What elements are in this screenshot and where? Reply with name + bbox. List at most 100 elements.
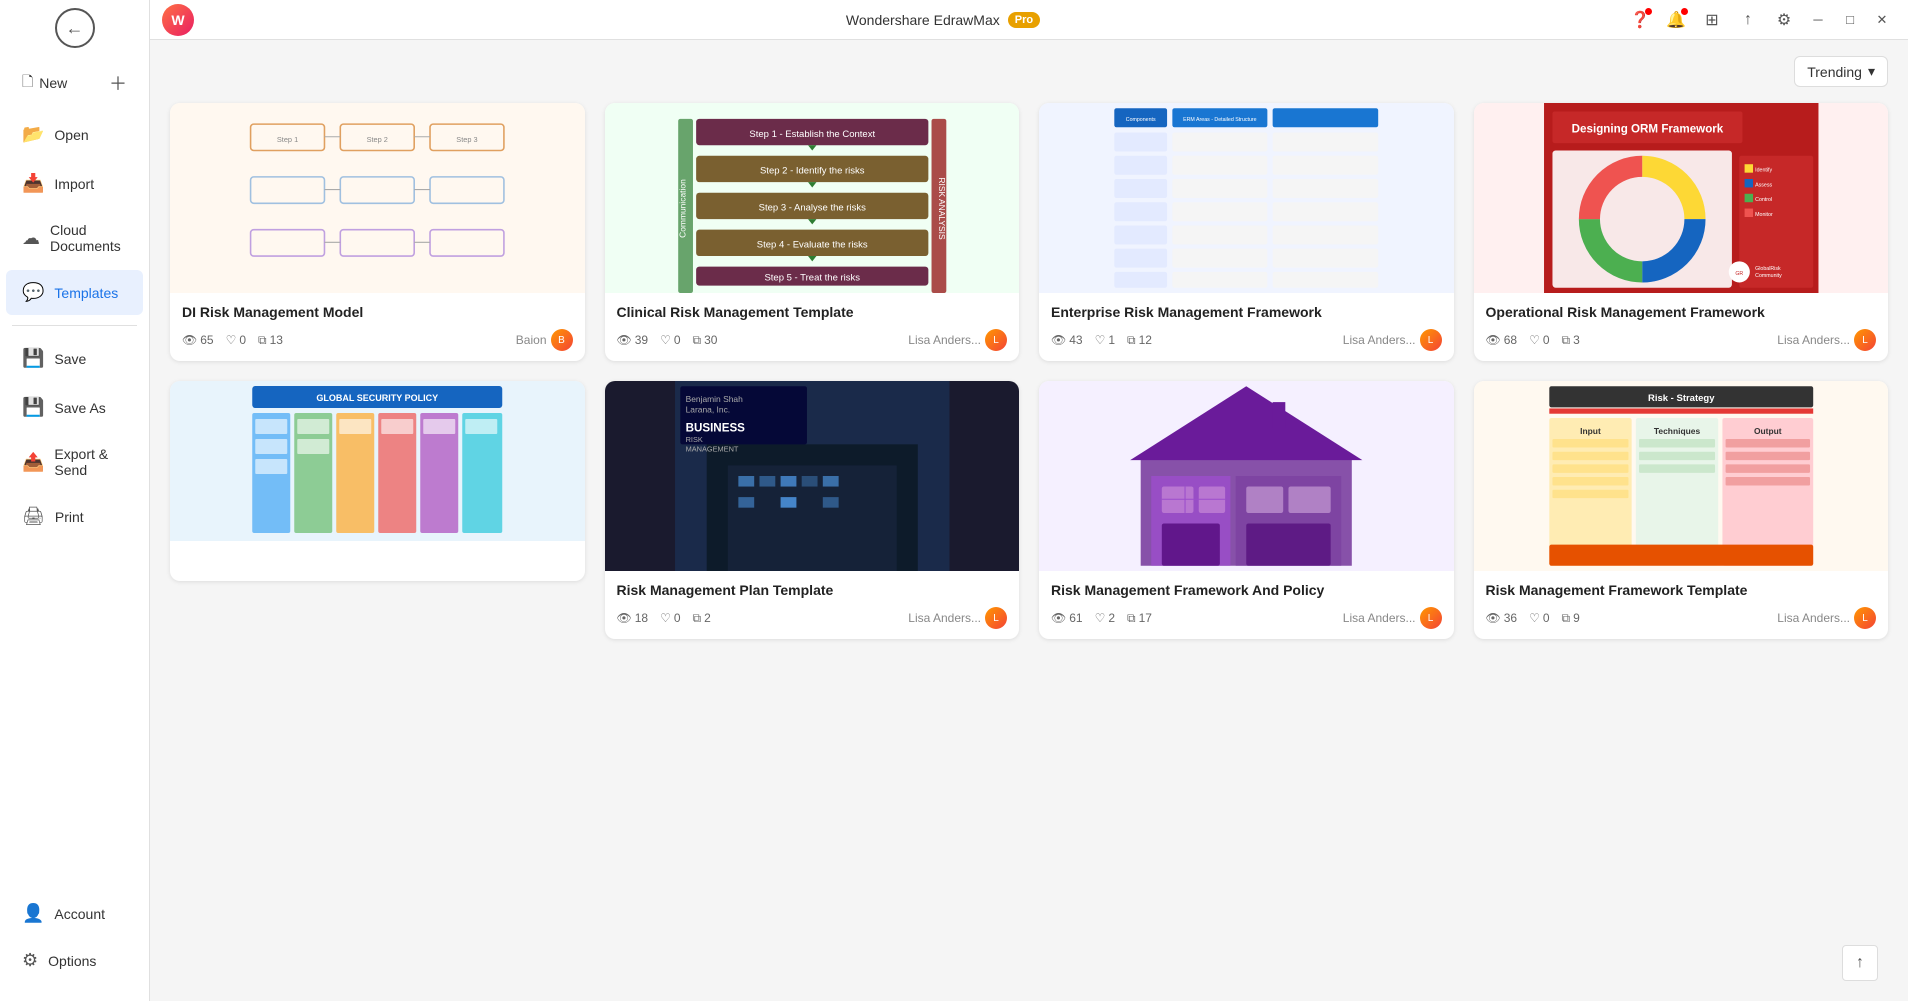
print-icon: 🖨 xyxy=(22,506,45,527)
template-card-di-risk[interactable]: Step 1 Step 2 Step 3 xyxy=(170,103,585,361)
views-di-risk: 👁 65 xyxy=(182,333,214,347)
maximize-button[interactable]: □ xyxy=(1836,6,1864,34)
template-title-rm-strategy: Risk Management Framework Template xyxy=(1486,581,1877,599)
svg-text:Step 2 - Identify the risks: Step 2 - Identify the risks xyxy=(759,166,864,177)
copies-rm-strategy: ⧉ 9 xyxy=(1562,611,1580,626)
templates-label: Templates xyxy=(54,285,118,301)
notification-dot-2 xyxy=(1681,8,1688,15)
copies-risk-fp: ⧉ 17 xyxy=(1127,611,1152,626)
template-card-orm[interactable]: Designing ORM Framework xyxy=(1474,103,1889,361)
svg-text:Techniques: Techniques xyxy=(1653,426,1700,436)
titlebar-left: W xyxy=(162,4,262,36)
minimize-button[interactable]: ─ xyxy=(1804,6,1832,34)
save-label: Save xyxy=(54,351,86,367)
open-label: Open xyxy=(54,127,88,143)
author-avatar-clinical: L xyxy=(985,329,1007,351)
template-info-clinical: Clinical Risk Management Template 👁 39 ♡… xyxy=(605,293,1020,361)
author-avatar-risk-plan: L xyxy=(985,607,1007,629)
titlebar: W Wondershare EdrawMax Pro ❓ 🔔 ⊞ ↑ ⚙ xyxy=(150,0,1908,40)
svg-text:GR: GR xyxy=(1735,271,1743,277)
author-avatar-di-risk: B xyxy=(551,329,573,351)
apps-button[interactable]: ⊞ xyxy=(1696,4,1728,36)
enterprise-diagram: Components ERM Areas - Detailed Structur… xyxy=(1039,103,1454,293)
svg-text:Control: Control xyxy=(1755,197,1772,203)
template-info-orm: Operational Risk Management Framework 👁 … xyxy=(1474,293,1889,361)
help-button[interactable]: ❓ xyxy=(1624,4,1656,36)
new-plus-icon: ＋ xyxy=(109,70,127,96)
template-thumb-di-risk: Step 1 Step 2 Step 3 xyxy=(170,103,585,293)
likes-clinical: ♡ 0 xyxy=(660,333,680,347)
share-button[interactable]: ↑ xyxy=(1732,4,1764,36)
sidebar-divider-1 xyxy=(12,325,137,326)
sort-dropdown[interactable]: Trending ▾ xyxy=(1794,56,1888,87)
close-button[interactable]: ✕ xyxy=(1868,6,1896,34)
template-card-enterprise-risk[interactable]: Components ERM Areas - Detailed Structur… xyxy=(1039,103,1454,361)
likes-rm-strategy: ♡ 0 xyxy=(1529,611,1549,625)
content-topbar: Trending ▾ xyxy=(170,56,1888,87)
template-card-rm-strategy[interactable]: Risk - Strategy Input Techniques Output xyxy=(1474,381,1889,639)
sort-label: Trending xyxy=(1807,64,1862,80)
cloud-label: Cloud Documents xyxy=(50,222,127,254)
svg-text:Community: Community xyxy=(1755,273,1782,279)
author-name-rm-strategy: Lisa Anders... xyxy=(1777,611,1850,625)
account-icon: 👤 xyxy=(22,903,44,924)
template-card-partial[interactable]: GLOBAL SECURITY POLICY xyxy=(170,381,585,581)
notification-dot xyxy=(1645,8,1652,15)
author-name-orm: Lisa Anders... xyxy=(1777,333,1850,347)
svg-text:Assess: Assess xyxy=(1755,182,1772,188)
likes-enterprise: ♡ 1 xyxy=(1095,333,1115,347)
sidebar-item-options[interactable]: ⚙ Options xyxy=(6,938,143,983)
sidebar-item-account[interactable]: 👤 Account xyxy=(6,891,143,936)
sidebar-item-export-send[interactable]: 📤 Export & Send xyxy=(6,434,143,490)
notification-button[interactable]: 🔔 xyxy=(1660,4,1692,36)
sidebar-item-print[interactable]: 🖨 Print xyxy=(6,494,143,539)
views-risk-plan: 👁 18 xyxy=(617,611,649,625)
template-thumb-enterprise: Components ERM Areas - Detailed Structur… xyxy=(1039,103,1454,293)
user-avatar[interactable]: W xyxy=(162,4,194,36)
sidebar-item-new[interactable]: 🗋 New ＋ xyxy=(6,58,143,108)
views-clinical: 👁 39 xyxy=(617,333,649,347)
open-icon: 📂 xyxy=(22,124,44,145)
author-di-risk: Baion B xyxy=(516,329,573,351)
svg-text:Identify: Identify xyxy=(1755,168,1772,174)
save-as-icon: 💾 xyxy=(22,397,44,418)
sidebar-item-open[interactable]: 📂 Open xyxy=(6,112,143,157)
svg-text:Step 4 - Evaluate the risks: Step 4 - Evaluate the risks xyxy=(756,240,867,251)
author-clinical: Lisa Anders... L xyxy=(908,329,1007,351)
apps-icon: ⊞ xyxy=(1705,10,1718,30)
sidebar-item-cloud-documents[interactable]: ☁ Cloud Documents xyxy=(6,210,143,266)
sidebar-item-import[interactable]: 📥 Import xyxy=(6,161,143,206)
svg-text:Monitor: Monitor xyxy=(1755,212,1773,218)
template-card-clinical-risk[interactable]: Step 1 - Establish the Context Step 2 - … xyxy=(605,103,1020,361)
svg-text:GlobalRisk: GlobalRisk xyxy=(1755,266,1781,272)
account-label: Account xyxy=(54,906,105,922)
sidebar-item-templates[interactable]: 💬 Templates xyxy=(6,270,143,315)
views-orm: 👁 68 xyxy=(1486,333,1518,347)
svg-text:BUSINESS: BUSINESS xyxy=(685,422,745,435)
likes-risk-fp: ♡ 2 xyxy=(1095,611,1115,625)
template-thumb-orm: Designing ORM Framework xyxy=(1474,103,1889,293)
template-title-di-risk: DI Risk Management Model xyxy=(182,303,573,321)
template-card-risk-plan[interactable]: Benjamin Shah Larana, Inc. BUSINESS RISK… xyxy=(605,381,1020,639)
template-info-risk-plan: Risk Management Plan Template 👁 18 ♡ 0 ⧉… xyxy=(605,571,1020,639)
back-button[interactable]: ← xyxy=(55,8,95,48)
scroll-top-button[interactable]: ↑ xyxy=(1842,945,1878,981)
svg-text:MANAGEMENT: MANAGEMENT xyxy=(685,445,738,454)
template-title-risk-plan: Risk Management Plan Template xyxy=(617,581,1008,599)
new-icon: 🗋 xyxy=(22,71,33,95)
author-enterprise: Lisa Anders... L xyxy=(1343,329,1442,351)
templates-icon: 💬 xyxy=(22,282,44,303)
svg-text:Components: Components xyxy=(1126,117,1156,123)
svg-text:Step 5 - Treat the risks: Step 5 - Treat the risks xyxy=(764,272,860,283)
copies-di-risk: ⧉ 13 xyxy=(258,333,283,348)
settings-button[interactable]: ⚙ xyxy=(1768,4,1800,36)
new-label: New xyxy=(39,75,103,91)
template-meta-di-risk: 👁 65 ♡ 0 ⧉ 13 Baion B xyxy=(182,329,573,351)
template-thumb-rm-strategy: Risk - Strategy Input Techniques Output xyxy=(1474,381,1889,571)
main-area: W Wondershare EdrawMax Pro ❓ 🔔 ⊞ ↑ ⚙ xyxy=(150,0,1908,1001)
window-controls: ❓ 🔔 ⊞ ↑ ⚙ ─ □ ✕ xyxy=(1624,4,1896,36)
sidebar-item-save-as[interactable]: 💾 Save As xyxy=(6,385,143,430)
sidebar-item-save[interactable]: 💾 Save xyxy=(6,336,143,381)
template-card-risk-fp[interactable]: Risk Management Framework And Policy 👁 6… xyxy=(1039,381,1454,639)
import-icon: 📥 xyxy=(22,173,44,194)
